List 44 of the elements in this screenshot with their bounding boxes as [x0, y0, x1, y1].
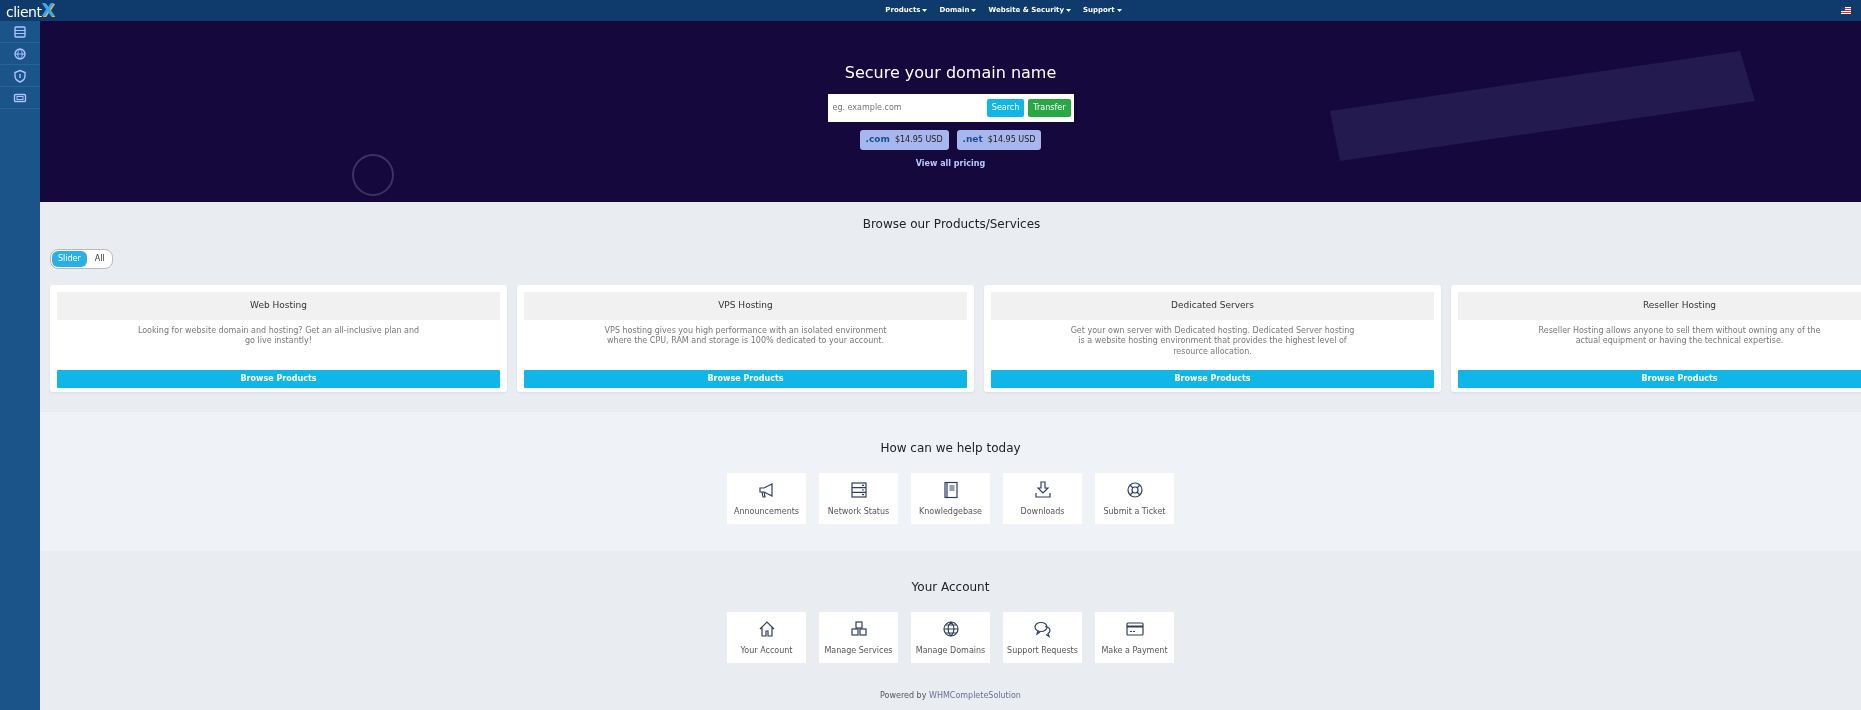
shortcut-tile[interactable]: Manage Domains	[911, 612, 990, 663]
card-title: Reseller Hosting	[1458, 292, 1861, 320]
server-icon[interactable]	[13, 24, 27, 39]
section-title: Browse our Products/Services	[861, 216, 1042, 233]
download-icon	[1032, 479, 1053, 500]
caret-icon	[922, 9, 928, 12]
tld-price-chip: .net $14.95 USD	[956, 130, 1042, 150]
shield-icon[interactable]	[13, 68, 27, 83]
card-description: Looking for website domain and hosting? Get an all-inclusive plan and go live instantly!	[136, 325, 421, 348]
ring-decoration	[352, 154, 394, 196]
card-title: Dedicated Servers	[991, 292, 1434, 320]
section-title: How can we help today	[879, 440, 1022, 457]
shortcut-tile[interactable]: Your Account	[727, 612, 806, 663]
shortcut-tile[interactable]: Make a Payment	[1095, 612, 1174, 663]
server-icon	[848, 479, 869, 500]
card-title: Web Hosting	[57, 292, 500, 320]
flag-icon[interactable]	[1841, 7, 1851, 14]
section-title: Your Account	[910, 579, 991, 596]
tld-price-chip: .com $14.95 USD	[859, 130, 949, 150]
hero-title: Secure your domain name	[844, 62, 1057, 84]
card-description: Reseller Hosting allows anyone to sell them without owning any of the actual equipment or having the technical expertise.	[1537, 325, 1822, 348]
card-description: VPS hosting gives you high performance with an isolated environment where the CPU, RAM and storage is 100% dedicated to your account.	[603, 325, 888, 348]
toggle-option[interactable]: All	[88, 251, 111, 267]
shortcut-tile[interactable]: Manage Services	[819, 612, 898, 663]
boxes-icon	[848, 618, 869, 639]
globe-icon	[940, 618, 961, 639]
footer-text: Powered by WHMCompleteSolution	[879, 690, 1022, 702]
logo-mark[interactable]: X	[41, 2, 55, 19]
card-title: VPS Hosting	[524, 292, 967, 320]
shortcut-tile[interactable]: Submit a Ticket	[1095, 473, 1174, 524]
shortcut-tile[interactable]: Knowledgebase	[911, 473, 990, 524]
shortcut-tile[interactable]: Downloads	[1003, 473, 1082, 524]
caret-icon	[1116, 9, 1122, 12]
globe-icon[interactable]	[13, 46, 27, 61]
logo-text[interactable]: client	[6, 5, 42, 19]
shortcut-tile[interactable]: Announcements	[727, 473, 806, 524]
caret-icon	[1066, 9, 1071, 12]
caret-icon	[971, 9, 977, 12]
shortcut-tile[interactable]: Support Requests	[1003, 612, 1082, 663]
card-description: Get your own server with Dedicated hosting. Dedicated Server hosting is a website hosting environment that provides the highest level of resource allocation.	[1069, 325, 1356, 359]
shortcut-tile[interactable]: Network Status	[819, 473, 898, 524]
view-pricing-link[interactable]: View all pricing	[915, 157, 986, 170]
lifebuoy-icon	[1124, 479, 1145, 500]
footer-link[interactable]: WHMCompleteSolution	[928, 691, 1021, 700]
